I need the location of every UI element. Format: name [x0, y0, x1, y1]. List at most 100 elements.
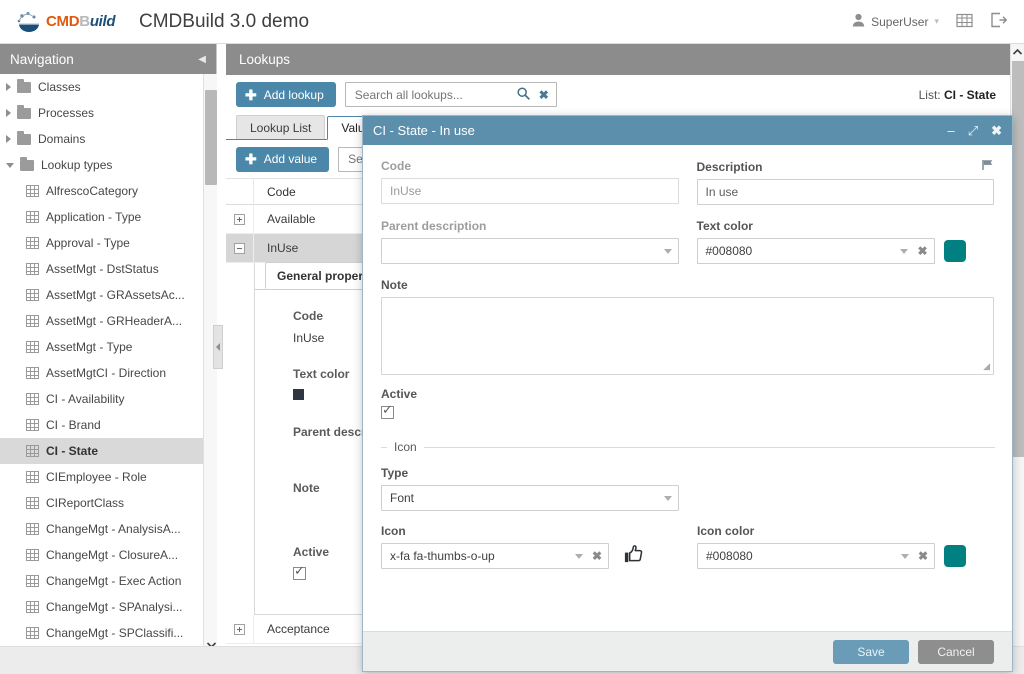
navigation-header: Navigation ◀ — [0, 44, 216, 74]
active-field-group: Active — [381, 387, 994, 422]
nav-item-label: AssetMgt - GRHeaderA... — [46, 314, 183, 328]
nav-item-changemgt-closurea[interactable]: ChangeMgt - ClosureA... — [0, 542, 203, 568]
folder-icon — [20, 156, 34, 171]
maximize-icon[interactable]: ⤢ — [968, 124, 978, 137]
tab-label: Lookup List — [250, 120, 312, 135]
table-icon — [26, 185, 39, 197]
minimize-icon[interactable]: – — [947, 124, 954, 137]
save-button[interactable]: Save — [833, 639, 909, 664]
chevron-down-icon[interactable] — [574, 553, 583, 559]
grid-icon[interactable] — [956, 12, 973, 32]
nav-item-ci-state[interactable]: CI - State — [0, 438, 203, 464]
nav-item-changemgt-analysisa[interactable]: ChangeMgt - AnalysisA... — [0, 516, 203, 542]
nav-item-ci-brand[interactable]: CI - Brand — [0, 412, 203, 438]
navigation-scrollbar-thumb[interactable] — [205, 90, 217, 185]
chevron-down-icon[interactable] — [664, 495, 672, 501]
chevron-left-icon[interactable]: ◀ — [198, 54, 206, 65]
type-combo[interactable]: Font — [381, 485, 679, 511]
clear-icon[interactable]: ✖ — [918, 549, 928, 563]
chevron-down-icon[interactable]: ▾ — [934, 16, 939, 27]
type-label: Type — [381, 466, 409, 480]
dialog-title-bar[interactable]: CI - State - In use – ⤢ ✖ — [363, 116, 1012, 145]
current-list-label: List: CI - State — [919, 88, 1000, 102]
nav-item-approval-type[interactable]: Approval - Type — [0, 230, 203, 256]
list-prefix: List: — [918, 87, 941, 102]
nav-item-assetmgtci-direction[interactable]: AssetMgtCI - Direction — [0, 360, 203, 386]
table-icon — [26, 315, 39, 327]
nav-root-label: Domains — [38, 132, 86, 146]
flag-icon[interactable] — [981, 159, 994, 174]
nav-item-assetmgt-dststatus[interactable]: AssetMgt - DstStatus — [0, 256, 203, 282]
search-input[interactable] — [352, 86, 513, 103]
code-input[interactable] — [381, 178, 679, 204]
nav-item-application-type[interactable]: Application - Type — [0, 204, 203, 230]
user-menu[interactable]: SuperUser ▾ — [852, 13, 939, 30]
expander-column-header — [226, 178, 254, 205]
nav-item-changemgt-spclassifi[interactable]: ChangeMgt - SPClassifi... — [0, 620, 203, 646]
add-value-button[interactable]: ✚ Add value — [236, 146, 330, 172]
logout-icon[interactable] — [990, 12, 1008, 31]
table-icon — [26, 627, 39, 639]
nav-item-changemgt-exec-action[interactable]: ChangeMgt - Exec Action — [0, 568, 203, 594]
row-expander[interactable] — [226, 234, 254, 262]
close-icon[interactable]: ✖ — [991, 124, 1002, 137]
chevron-down-icon[interactable] — [900, 553, 909, 559]
nav-item-assetmgt-grassetsac[interactable]: AssetMgt - GRAssetsAc... — [0, 282, 203, 308]
checkbox-checked-icon — [293, 564, 306, 580]
row-code: InUse — [267, 241, 299, 255]
nav-item-cireportclass[interactable]: CIReportClass — [0, 490, 203, 516]
parent-description-combo[interactable] — [381, 238, 679, 264]
nav-root-classes[interactable]: Classes — [0, 74, 203, 100]
nav-root-processes[interactable]: Processes — [0, 100, 203, 126]
tab-lookup-list[interactable]: Lookup List — [236, 115, 326, 139]
nav-item-assetmgt-grheadera[interactable]: AssetMgt - GRHeaderA... — [0, 308, 203, 334]
chevron-down-icon[interactable] — [900, 248, 909, 254]
user-icon — [852, 13, 865, 30]
clear-icon[interactable]: ✖ — [917, 244, 927, 258]
nav-item-label: AssetMgt - Type — [46, 340, 133, 354]
cancel-button[interactable]: Cancel — [918, 639, 994, 664]
app-header: CMDBuild CMDBuild 3.0 demo SuperUser ▾ — [0, 0, 1024, 44]
chevron-down-icon[interactable] — [663, 248, 672, 254]
logo-wordmark: CMDBuild — [46, 13, 116, 30]
note-textarea[interactable]: ◢ — [381, 297, 994, 375]
table-icon — [26, 263, 39, 275]
lookups-header: Lookups — [226, 44, 1010, 75]
nav-item-assetmgt-type[interactable]: AssetMgt - Type — [0, 334, 203, 360]
add-lookup-button[interactable]: ✚ Add lookup — [236, 82, 336, 107]
resize-grip-icon[interactable]: ◢ — [983, 361, 990, 372]
page-scrollbar-thumb[interactable] — [1012, 61, 1024, 457]
nav-root-label: Lookup types — [41, 158, 113, 172]
text-color-swatch[interactable] — [943, 240, 966, 262]
nav-item-label: ChangeMgt - AnalysisA... — [46, 522, 181, 536]
nav-item-ci-availability[interactable]: CI - Availability — [0, 386, 203, 412]
nav-item-changemgt-spanalysi[interactable]: ChangeMgt - SPAnalysi... — [0, 594, 203, 620]
nav-item-alfrescocategory[interactable]: AlfrescoCategory — [0, 178, 203, 204]
app-logo[interactable]: CMDBuild — [16, 11, 121, 33]
search-icon[interactable] — [517, 86, 530, 103]
chevron-up-icon[interactable]: chevron-up-icon — [204, 74, 217, 88]
lookup-search-box[interactable]: ✖ — [344, 82, 557, 107]
row-expander[interactable] — [226, 615, 254, 643]
icon-color-swatch[interactable] — [944, 545, 966, 567]
nav-item-label: CI - Availability — [46, 392, 125, 406]
description-input[interactable] — [696, 179, 994, 205]
nav-item-ciemployee-role[interactable]: CIEmployee - Role — [0, 464, 203, 490]
chevron-right-icon — [6, 109, 11, 117]
table-icon — [26, 523, 39, 535]
icon-color-combo[interactable]: #008080 ✖ — [697, 543, 935, 569]
active-checkbox[interactable] — [381, 403, 394, 419]
row-expander[interactable] — [226, 205, 254, 233]
nav-item-label: ChangeMgt - SPClassifi... — [46, 626, 184, 640]
nav-root-domains[interactable]: Domains — [0, 126, 203, 152]
code-label: Code — [381, 159, 411, 173]
table-icon — [26, 471, 39, 483]
table-icon — [26, 575, 39, 587]
clear-icon[interactable]: ✖ — [592, 549, 602, 563]
nav-root-lookup-types[interactable]: Lookup types — [0, 152, 203, 178]
icon-combo[interactable]: x-fa fa-thumbs-o-up ✖ — [381, 543, 609, 569]
clear-icon[interactable]: ✖ — [539, 88, 549, 102]
panel-splitter-handle[interactable] — [213, 325, 223, 369]
text-color-combo[interactable]: #008080 ✖ — [696, 238, 935, 264]
chevron-up-icon[interactable] — [1011, 44, 1024, 59]
